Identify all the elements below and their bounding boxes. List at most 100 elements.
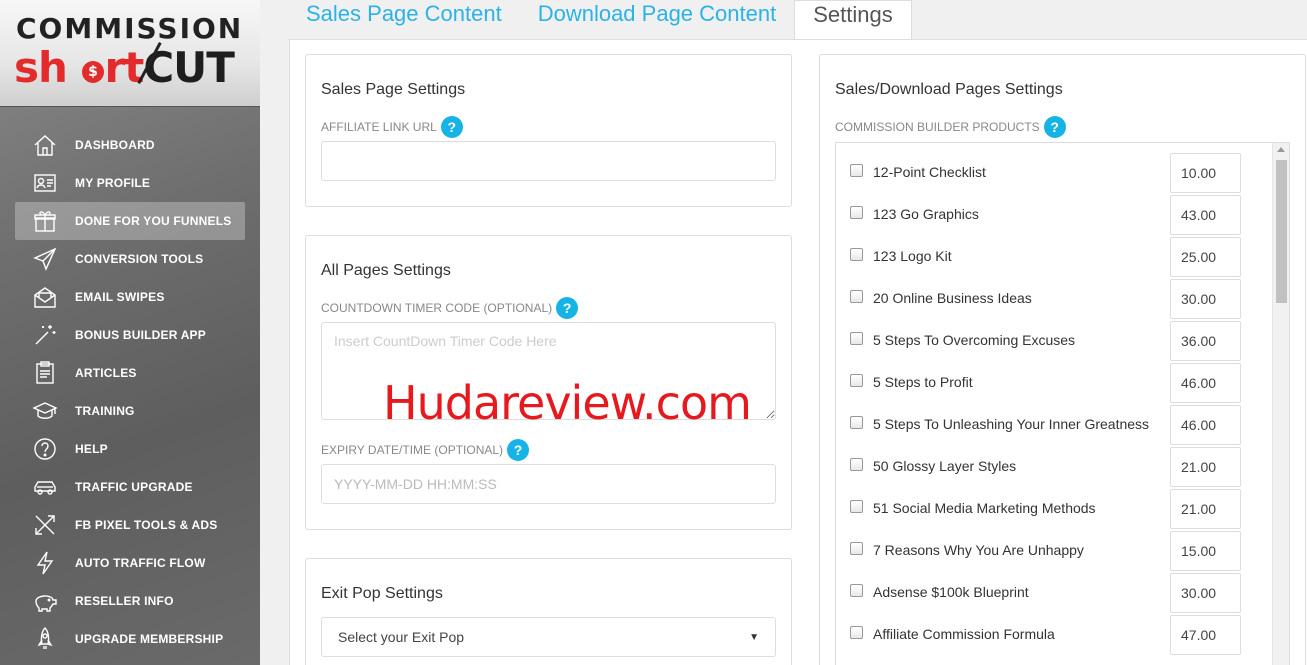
field-label-text: COUNTDOWN TIMER CODE (OPTIONAL) xyxy=(321,301,553,315)
product-name: 5 Steps to Profit xyxy=(873,374,973,390)
product-checkbox[interactable] xyxy=(850,626,863,639)
product-checkbox[interactable] xyxy=(850,542,863,555)
product-rows: 12-Point Checklist 10.00 123 Go Graphics 43… xyxy=(836,143,1289,655)
list-item: 5 Steps to Profit 46.00 xyxy=(836,353,1289,403)
lightning-icon xyxy=(31,549,59,577)
list-item: 12-Point Checklist 10.00 xyxy=(836,143,1289,193)
product-name: 5 Steps To Unleashing Your Inner Greatne… xyxy=(873,416,1150,432)
product-name: 123 Go Graphics xyxy=(873,206,979,222)
help-icon[interactable]: ? xyxy=(507,439,530,461)
list-item: 5 Steps To Unleashing Your Inner Greatne… xyxy=(836,395,1289,445)
affiliate-link-input[interactable] xyxy=(321,141,776,181)
tab-sales-page-content[interactable]: Sales Page Content xyxy=(288,0,520,40)
sidebar-item-label: RESELLER INFO xyxy=(75,594,174,608)
sidebar-item-label: TRAINING xyxy=(75,404,135,418)
product-name: 123 Logo Kit xyxy=(873,248,952,264)
list-item: 5 Steps To Overcoming Excuses 36.00 xyxy=(836,311,1289,361)
sidebar-item-articles[interactable]: ARTICLES xyxy=(15,354,245,392)
scroll-thumb[interactable] xyxy=(1276,160,1287,303)
rocket-icon xyxy=(31,625,59,653)
sidebar-item-dashboard[interactable]: DASHBOARD xyxy=(15,126,245,164)
sidebar-item-email-swipes[interactable]: EMAIL SWIPES xyxy=(15,278,245,316)
product-name: Affiliate Commission Formula xyxy=(873,626,1055,642)
sidebar: COMMISSION sh $ rtCUT DASHBOARD MY PROFIL… xyxy=(0,0,260,665)
sidebar-item-auto-traffic-flow[interactable]: AUTO TRAFFIC FLOW xyxy=(15,544,245,582)
countdown-timer-textarea[interactable] xyxy=(321,322,776,420)
product-checkbox[interactable] xyxy=(850,374,863,387)
product-name: 20 Online Business Ideas xyxy=(873,290,1032,306)
sidebar-item-label: DASHBOARD xyxy=(75,138,155,152)
product-name: 7 Reasons Why You Are Unhappy xyxy=(873,542,1084,558)
sidebar-nav: DASHBOARD MY PROFILE DONE FOR YOU FUNNEL… xyxy=(15,126,245,658)
house-icon xyxy=(31,131,59,159)
commission-products-label: COMMISSION BUILDER PRODUCTS ? xyxy=(835,116,1066,138)
tab-download-page-content[interactable]: Download Page Content xyxy=(520,0,795,40)
id-card-icon xyxy=(31,169,59,197)
sidebar-item-conversion-tools[interactable]: CONVERSION TOOLS xyxy=(15,240,245,278)
sidebar-item-label: ARTICLES xyxy=(75,366,137,380)
product-checkbox[interactable] xyxy=(850,332,863,345)
sidebar-item-label: MY PROFILE xyxy=(75,176,151,190)
sidebar-item-reseller-info[interactable]: RESELLER INFO xyxy=(15,582,245,620)
list-item: Affiliate Commission Formula 47.00 xyxy=(836,605,1289,655)
scroll-up-arrow-icon[interactable] xyxy=(1277,147,1285,152)
sidebar-item-label: TRAFFIC UPGRADE xyxy=(75,480,193,494)
sidebar-item-help[interactable]: HELP xyxy=(15,430,245,468)
gift-icon xyxy=(31,207,59,235)
help-icon[interactable]: ? xyxy=(1043,116,1066,138)
magic-wand-icon xyxy=(31,321,59,349)
exit-pop-select[interactable]: Select your Exit Pop ▼ xyxy=(321,617,776,657)
card-title: Sales/Download Pages Settings xyxy=(835,81,1063,98)
field-label-text: AFFILIATE LINK URL xyxy=(321,120,437,134)
sidebar-item-label: DONE FOR YOU FUNNELS xyxy=(75,214,232,228)
product-checkbox[interactable] xyxy=(850,164,863,177)
settings-panel: Sales Page Settings AFFILIATE LINK URL ?… xyxy=(289,40,1307,665)
scrollbar[interactable] xyxy=(1272,143,1289,665)
expiry-date-input[interactable] xyxy=(321,464,776,504)
product-checkbox[interactable] xyxy=(850,290,863,303)
sidebar-item-label: AUTO TRAFFIC FLOW xyxy=(75,556,206,570)
all-pages-settings-card: All Pages Settings COUNTDOWN TIMER CODE … xyxy=(305,235,792,530)
car-icon xyxy=(31,473,59,501)
product-name: 12-Point Checklist xyxy=(873,164,986,180)
product-checkbox[interactable] xyxy=(850,206,863,219)
product-checkbox[interactable] xyxy=(850,458,863,471)
exit-pop-settings-card: Exit Pop Settings Select your Exit Pop ▼ xyxy=(305,558,792,665)
envelope-icon xyxy=(31,283,59,311)
sidebar-item-my-profile[interactable]: MY PROFILE xyxy=(15,164,245,202)
product-name: 5 Steps To Overcoming Excuses xyxy=(873,332,1076,348)
logo-short: sh xyxy=(14,43,68,92)
sidebar-item-label: FB PIXEL TOOLS & ADS xyxy=(75,518,218,532)
sidebar-item-training[interactable]: TRAINING xyxy=(15,392,245,430)
product-checkbox[interactable] xyxy=(850,500,863,513)
product-checkbox[interactable] xyxy=(850,584,863,597)
product-price-input[interactable]: 47.00 xyxy=(1170,615,1241,655)
dollar-icon: $ xyxy=(81,61,104,83)
sales-page-settings-card: Sales Page Settings AFFILIATE LINK URL ? xyxy=(305,54,792,207)
logo-line2: sh $ rtCUT xyxy=(14,43,235,92)
graduation-cap-icon xyxy=(31,397,59,425)
help-icon[interactable]: ? xyxy=(556,297,579,319)
sidebar-item-fb-pixel-tools[interactable]: FB PIXEL TOOLS & ADS xyxy=(15,506,245,544)
sidebar-item-done-for-you-funnels[interactable]: DONE FOR YOU FUNNELS xyxy=(15,202,245,240)
question-circle-icon xyxy=(31,435,59,463)
sales-download-settings-card: Sales/Download Pages Settings COMMISSION… xyxy=(819,54,1306,665)
piggy-bank-icon xyxy=(31,587,59,615)
main-area: Sales Page Content Download Page Content… xyxy=(260,0,1307,665)
sidebar-item-traffic-upgrade[interactable]: TRAFFIC UPGRADE xyxy=(15,468,245,506)
tab-settings[interactable]: Settings xyxy=(794,0,912,40)
sidebar-item-bonus-builder-app[interactable]: BONUS BUILDER APP xyxy=(15,316,245,354)
product-checkbox[interactable] xyxy=(850,248,863,261)
product-list: 12-Point Checklist 10.00 123 Go Graphics 43… xyxy=(835,142,1290,665)
list-item: 51 Social Media Marketing Methods 21.00 xyxy=(836,479,1289,529)
expiry-date-label: EXPIRY DATE/TIME (OPTIONAL) ? xyxy=(321,439,530,461)
sidebar-item-label: BONUS BUILDER APP xyxy=(75,328,206,342)
list-item: 50 Glossy Layer Styles 21.00 xyxy=(836,437,1289,487)
help-icon[interactable]: ? xyxy=(440,116,463,138)
tab-bar: Sales Page Content Download Page Content… xyxy=(288,0,912,40)
brand-logo[interactable]: COMMISSION sh $ rtCUT xyxy=(0,0,260,107)
sidebar-item-upgrade-membership[interactable]: UPGRADE MEMBERSHIP xyxy=(15,620,245,658)
product-checkbox[interactable] xyxy=(850,416,863,429)
card-title: Exit Pop Settings xyxy=(321,585,443,602)
product-name: 51 Social Media Marketing Methods xyxy=(873,500,1096,516)
